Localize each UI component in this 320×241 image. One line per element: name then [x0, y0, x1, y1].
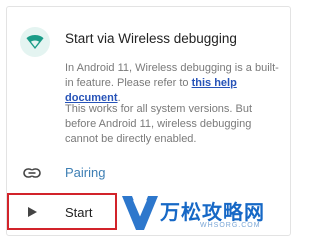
android11-info-text: In Android 11, Wireless debugging is a b…: [65, 61, 285, 106]
play-icon: [28, 207, 37, 217]
link-icon: [23, 168, 41, 178]
watermark-subtext: WHSORG.COM: [200, 222, 261, 229]
info-text-main: In Android 11, Wireless debugging is a b…: [65, 62, 279, 89]
watermark-logo-icon: [122, 196, 158, 230]
card-title: Start via Wireless debugging: [65, 31, 237, 46]
compatibility-note: This works for all system versions. But …: [65, 103, 253, 145]
start-button[interactable]: Start: [65, 205, 92, 220]
start-highlight-box: [7, 193, 117, 230]
pairing-button[interactable]: Pairing: [65, 165, 105, 180]
watermark-text: 万松攻略网: [160, 200, 265, 224]
wifi-icon-badge: [20, 27, 50, 57]
wifi-icon: [26, 35, 44, 49]
